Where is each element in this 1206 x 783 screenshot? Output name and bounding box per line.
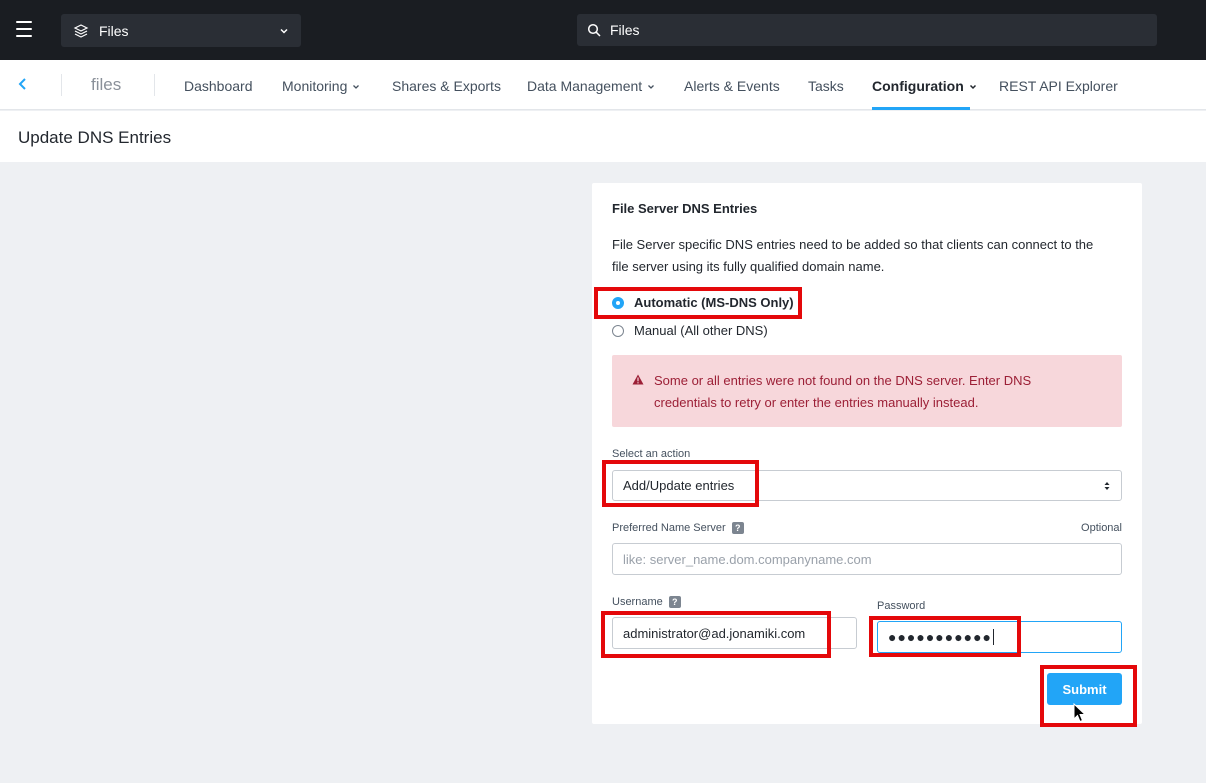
tab-data-management[interactable]: Data Management [527,78,655,94]
tab-label: Tasks [808,78,844,94]
tab-tasks[interactable]: Tasks [808,78,844,94]
tab-rest-api-explorer[interactable]: REST API Explorer [999,78,1118,94]
mouse-pointer-icon [1073,703,1087,723]
password-label: Password [877,600,925,612]
username-input[interactable]: administrator@ad.jonamiki.com [612,617,857,649]
action-select[interactable]: Add/Update entries [612,470,1122,501]
page-title: Update DNS Entries [18,128,172,147]
app-selector[interactable]: Files [61,14,301,47]
tab-alerts-events[interactable]: Alerts & Events [684,78,780,94]
action-label: Select an action [612,448,690,460]
active-tab-indicator [872,107,970,110]
main-nav: files Dashboard Monitoring Shares & Expo… [0,60,1206,110]
top-bar: Files Files [0,0,1206,60]
app-selector-label: Files [99,22,129,39]
action-select-value: Add/Update entries [623,478,735,493]
tab-label: Data Management [527,78,643,94]
nav-divider [61,74,62,96]
search-value: Files [610,22,640,38]
tab-label: Dashboard [184,78,253,94]
name-server-placeholder: like: server_name.dom.companyname.com [623,551,872,567]
chevron-down-icon [969,85,976,90]
search-icon [587,23,601,37]
select-arrows-icon [1104,481,1110,490]
tab-configuration[interactable]: Configuration [872,78,977,94]
radio-label: Automatic (MS-DNS Only) [634,295,794,310]
password-value: ●●●●●●●●●●● [888,629,993,645]
submit-button[interactable]: Submit [1047,673,1122,705]
tab-label: Shares & Exports [392,78,501,94]
nav-brand: files [91,75,122,94]
username-value: administrator@ad.jonamiki.com [623,625,806,641]
section-title: File Server DNS Entries [612,201,758,216]
text-cursor [993,629,995,645]
radio-label: Manual (All other DNS) [634,323,768,338]
alert-message: Some or all entries were not found on th… [654,373,1032,410]
username-label: Username ? [612,596,681,608]
files-app-icon [73,23,89,38]
password-input[interactable]: ●●●●●●●●●●● [877,621,1122,653]
section-description: File Server specific DNS entries need to… [612,237,1094,274]
chevron-down-icon [280,28,288,34]
tab-label: REST API Explorer [999,78,1118,94]
radio-button[interactable] [612,324,624,337]
name-server-input[interactable]: like: server_name.dom.companyname.com [612,543,1122,575]
tab-shares-exports[interactable]: Shares & Exports [392,78,501,94]
page-header: Update DNS Entries [0,111,1206,162]
label-text: Username [612,596,663,608]
back-arrow-icon[interactable] [17,77,29,91]
tab-label: Alerts & Events [684,78,780,94]
warning-icon [632,374,644,385]
help-icon[interactable]: ? [731,522,744,534]
label-text: Password [877,600,926,612]
global-search-input[interactable]: Files [577,14,1157,46]
tab-label: Configuration [872,78,964,94]
name-server-label: Preferred Name Server ? [612,522,744,534]
radio-manual[interactable]: Manual (All other DNS) [612,323,768,338]
radio-button-checked[interactable] [612,296,624,309]
nav-divider [154,74,155,96]
menu-icon[interactable] [16,21,32,37]
chevron-down-icon [648,85,655,90]
optional-label: Optional [1081,522,1122,534]
label-text: Select an action [612,448,691,460]
radio-automatic[interactable]: Automatic (MS-DNS Only) [612,295,794,310]
chevron-down-icon [353,85,360,90]
tab-monitoring[interactable]: Monitoring [282,78,360,94]
dns-entries-card: File Server DNS Entries File Server spec… [592,183,1142,724]
help-icon[interactable]: ? [668,596,681,608]
tab-dashboard[interactable]: Dashboard [184,78,253,94]
tab-label: Monitoring [282,78,348,94]
dns-warning-alert: Some or all entries were not found on th… [612,355,1122,427]
label-text: Preferred Name Server [612,522,726,534]
